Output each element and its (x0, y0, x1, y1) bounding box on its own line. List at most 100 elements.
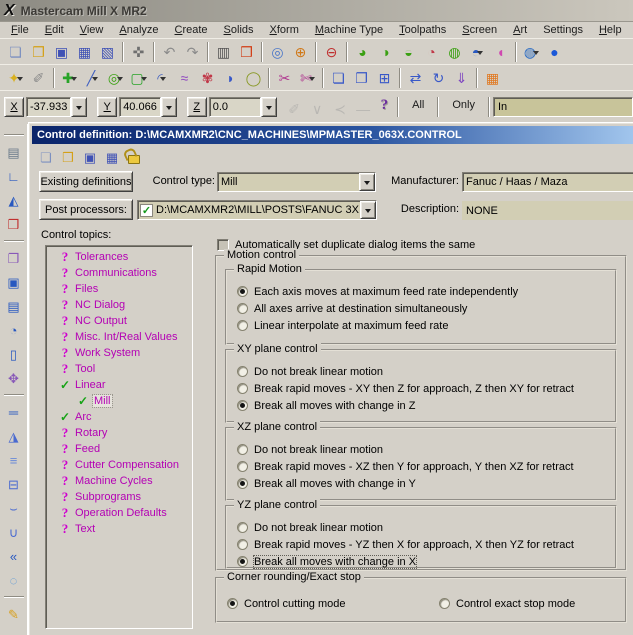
topic-tolerances[interactable]: ? Tolerances (46, 249, 192, 265)
radio-control-cutting-mode[interactable]: Control cutting mode (227, 595, 439, 612)
z-dropdown-arrow[interactable] (260, 97, 277, 117)
topic-communications[interactable]: ? Communications (46, 265, 192, 281)
x-coordinate-field[interactable]: -37.933 (26, 97, 72, 117)
create-rectangle-icon[interactable]: ▢ (127, 66, 150, 89)
fit-screen-icon[interactable]: ▣ (3, 270, 25, 294)
topic-feed[interactable]: ? Feed (46, 441, 192, 457)
trim-multi-icon[interactable]: ✄ (296, 66, 319, 89)
menu-view[interactable]: View (73, 24, 111, 36)
topic-work-system[interactable]: ? Work System (46, 345, 192, 361)
radio-do-not-break-linear-motion[interactable]: Do not break linear motion (237, 519, 611, 536)
radio-break-all-moves-with-change-in-z[interactable]: Break all moves with change in Z (237, 397, 611, 414)
attributes-pencil-icon[interactable]: ✐ (27, 66, 50, 89)
gview-iso-icon[interactable]: ◍ (443, 40, 466, 63)
menu-help[interactable]: Help (592, 24, 629, 36)
line-style-icon[interactable]: ✐ (283, 97, 306, 120)
analyze-distance-icon[interactable]: ⇄ (404, 66, 427, 89)
toolpath-manager-icon[interactable]: ∟ (3, 164, 25, 188)
z-coordinate-field[interactable]: 0.0 (208, 97, 261, 117)
radio-do-not-break-linear-motion[interactable]: Do not break linear motion (237, 363, 611, 380)
menu-file[interactable]: File (4, 24, 36, 36)
zoom-target-icon[interactable]: ⊕ (289, 40, 312, 63)
menu-create[interactable]: Create (168, 24, 215, 36)
repaint-icon[interactable]: ❒ (235, 40, 258, 63)
wcs-globe-icon[interactable]: ◍ (520, 40, 543, 63)
level-icon[interactable]: ≺ (329, 97, 352, 120)
control-type-combo[interactable]: Mill (217, 172, 376, 192)
save-all-icon[interactable]: ▦ (73, 40, 96, 63)
radio-each-axis-moves-at-maximum-feed-rate-independently[interactable]: Each axis moves at maximum feed rate ind… (237, 283, 611, 300)
create-surface-icon[interactable]: ◗ (219, 66, 242, 89)
verify-icon[interactable]: ◭ (3, 188, 25, 212)
radio-button-icon[interactable] (439, 598, 450, 609)
radio-break-rapid-moves-xy-then-z-for-approach-z-then-xy-for-retract[interactable]: Break rapid moves - XY then Z for approa… (237, 380, 611, 397)
gview-named-icon[interactable]: ◓ (466, 40, 489, 63)
stack-icon[interactable]: ⊟ (3, 472, 25, 496)
gview-side-icon[interactable]: ◒ (397, 40, 420, 63)
line-width-icon[interactable]: — (352, 97, 375, 120)
viewport-icon[interactable]: ▤ (3, 294, 25, 318)
radio-button-icon[interactable] (237, 320, 248, 331)
menu-analyze[interactable]: Analyze (112, 24, 165, 36)
radio-button-icon[interactable] (237, 522, 248, 533)
menu-machine-type[interactable]: Machine Type (308, 24, 390, 36)
dashed-circle-icon[interactable]: ◌ (3, 568, 25, 592)
topic-machine-cycles[interactable]: ? Machine Cycles (46, 473, 192, 489)
shatter-icon[interactable]: ✥ (3, 366, 25, 390)
regen-icon[interactable]: ◔ (3, 318, 25, 342)
unlock-icon[interactable] (123, 147, 145, 167)
zoom-window-icon[interactable]: ◎ (266, 40, 289, 63)
z-axis-button[interactable]: Z (186, 97, 207, 117)
manufacturer-combo[interactable]: Fanuc / Haas / Maza (462, 172, 633, 192)
help-icon[interactable]: ? (381, 97, 389, 114)
radio-button-icon[interactable] (237, 400, 248, 411)
curves-icon[interactable]: ≡ (3, 448, 25, 472)
shade-triangle-icon[interactable]: ◮ (3, 424, 25, 448)
wireframe-icon[interactable]: ═ (3, 400, 25, 424)
xform-translate-icon[interactable]: ❏ (327, 66, 350, 89)
radio-button-icon[interactable] (237, 303, 248, 314)
create-letters-icon[interactable]: ✾ (196, 66, 219, 89)
topic-tool[interactable]: ? Tool (46, 361, 192, 377)
topic-rotary[interactable]: ? Rotary (46, 425, 192, 441)
topic-subprograms[interactable]: ? Subprograms (46, 489, 192, 505)
menu-toolpaths[interactable]: Toolpaths (392, 24, 453, 36)
create-line-icon[interactable]: ╱ (81, 66, 104, 89)
new-control-icon[interactable]: ❏ (35, 147, 57, 167)
redo-icon[interactable]: ↷ (181, 40, 204, 63)
dialog-titlebar[interactable]: Control definition: D:\MCAMXMR2\CNC_MACH… (32, 126, 633, 144)
topic-mill[interactable]: ✓ Mill (46, 393, 192, 409)
window-titlebar[interactable]: X Mastercam Mill X MR2 (0, 0, 633, 22)
post-process-icon[interactable]: ❒ (3, 212, 25, 236)
create-spline-icon[interactable]: ≈ (173, 66, 196, 89)
open-file-icon[interactable]: ❒ (27, 40, 50, 63)
radio-all-axes-arrive-at-destination-simultaneously[interactable]: All axes arrive at destination simultane… (237, 300, 611, 317)
gview-top-icon[interactable]: ◕ (351, 40, 374, 63)
create-arc-icon[interactable]: ◎ (104, 66, 127, 89)
radio-break-all-moves-with-change-in-y[interactable]: Break all moves with change in Y (237, 475, 611, 492)
menu-edit[interactable]: Edit (38, 24, 71, 36)
new-file-icon[interactable]: ❏ (4, 40, 27, 63)
open-control-icon[interactable]: ❒ (57, 147, 79, 167)
post-processor-combo[interactable]: ✓ D:\MCAMXMR2\MILL\POSTS\FANUC 3X MILL.P (137, 200, 377, 220)
only-button[interactable]: Only (442, 97, 485, 113)
xform-offset-icon[interactable]: ⊞ (373, 66, 396, 89)
edit-pencil-icon[interactable]: ✎ (3, 602, 25, 626)
topic-arc[interactable]: ✓ Arc (46, 409, 192, 425)
y-dropdown-arrow[interactable] (160, 97, 177, 117)
cylinder-icon[interactable]: ▯ (3, 342, 25, 366)
radio-break-all-moves-with-change-in-x[interactable]: Break all moves with change in X (237, 553, 611, 570)
topic-files[interactable]: ? Files (46, 281, 192, 297)
radio-button-icon[interactable] (237, 366, 248, 377)
machine-def-icon[interactable]: ▤ (3, 140, 25, 164)
topic-nc-dialog[interactable]: ? NC Dialog (46, 297, 192, 313)
screen-grab-icon[interactable]: ▥ (212, 40, 235, 63)
radio-break-rapid-moves-yz-then-x-for-approach-x-then-yz-for-retract[interactable]: Break rapid moves - YZ then X for approa… (237, 536, 611, 553)
radio-button-icon[interactable] (237, 461, 248, 472)
radio-button-icon[interactable] (237, 286, 248, 297)
arc-set-icon[interactable]: « (3, 544, 25, 568)
grid-settings-icon[interactable]: ▦ (481, 66, 504, 89)
y-axis-button[interactable]: Y (97, 97, 118, 117)
radio-button-icon[interactable] (237, 444, 248, 455)
pan-hand-icon[interactable]: ✜ (127, 40, 150, 63)
